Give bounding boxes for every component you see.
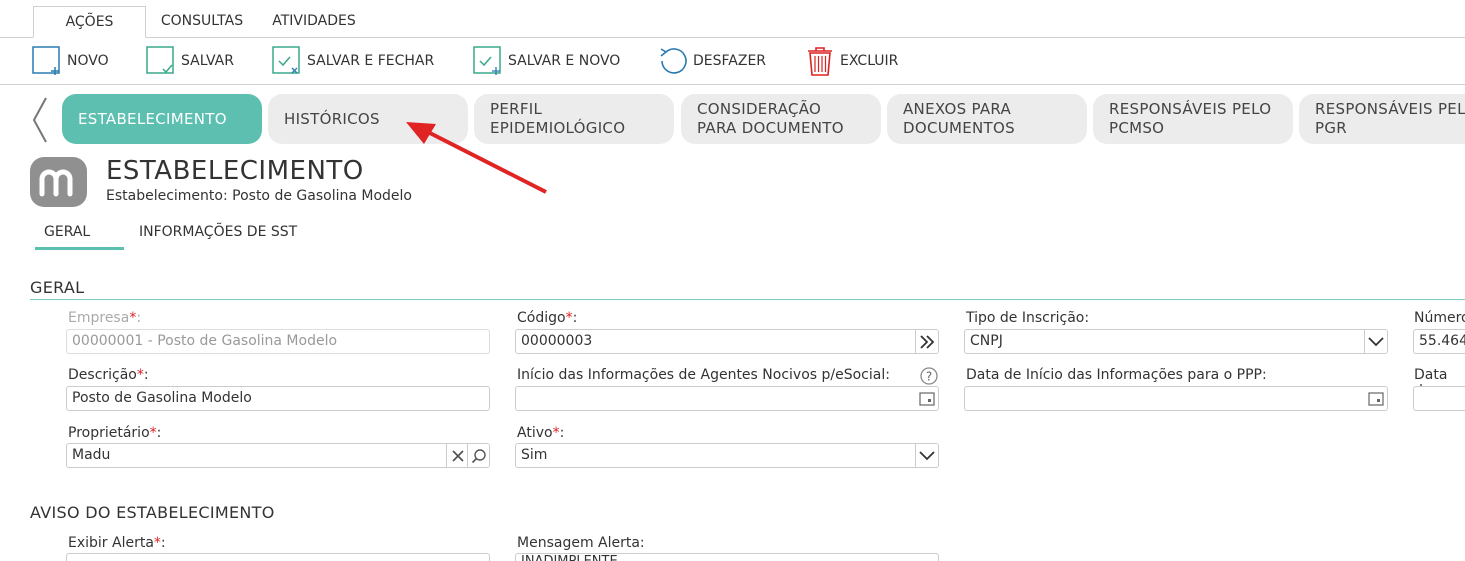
svg-text:?: ?	[926, 370, 932, 384]
tab-estabelecimento[interactable]: ESTABELECIMENTO	[62, 94, 262, 144]
tab-label-line1: PERFIL	[490, 100, 543, 118]
proprietario-value: Madu	[72, 447, 111, 463]
tab-responsaveis-pcmso[interactable]: RESPONSÁVEIS PELO PCMSO	[1093, 94, 1293, 144]
proprietario-label: Proprietário*:	[68, 425, 162, 441]
annotation-arrow-icon	[406, 122, 547, 194]
proprietario-clear-button[interactable]	[446, 444, 468, 467]
excluir-label: EXCLUIR	[840, 53, 899, 69]
section-title-aviso: AVISO DO ESTABELECIMENTO	[30, 503, 275, 522]
section-divider	[30, 299, 1465, 300]
proprietario-search-button[interactable]	[467, 444, 489, 467]
numero-field[interactable]: 55.464.	[1413, 329, 1465, 354]
salvar-novo-label: SALVAR E NOVO	[508, 53, 621, 69]
mensagem-alerta-field[interactable]: INADIMPLENTE	[515, 553, 939, 561]
subtab-informacoes-sst[interactable]: INFORMAÇÕES DE SST	[139, 224, 297, 240]
tipo-inscricao-label: Tipo de Inscrição:	[966, 310, 1090, 326]
back-chevron-icon[interactable]	[30, 96, 50, 144]
tab-consideracao-documento[interactable]: CONSIDERAÇÃO PARA DOCUMENTO	[681, 94, 881, 144]
double-chevron-right-icon	[920, 334, 935, 349]
menu-tab-atividades[interactable]: ATIVIDADES	[262, 6, 366, 36]
proprietario-field[interactable]: Madu	[66, 443, 490, 468]
menu-tab-consultas[interactable]: CONSULTAS	[152, 6, 252, 36]
tab-label-line1: CONSIDERAÇÃO	[697, 100, 822, 118]
empresa-field: 00000001 - Posto de Gasolina Modelo	[66, 329, 490, 354]
desfazer-button[interactable]: DESFAZER	[657, 46, 766, 76]
descricao-label: Descrição*:	[68, 367, 149, 383]
chevron-down-icon	[919, 450, 935, 460]
tipo-inscricao-value: CNPJ	[970, 333, 1003, 349]
subtab-active-indicator	[35, 247, 124, 250]
app-logo	[30, 157, 87, 207]
inicio-agentes-date[interactable]	[515, 386, 939, 411]
inicio-ppp-calendar[interactable]	[1365, 387, 1387, 410]
calendar-icon	[1368, 391, 1384, 406]
ativo-value: Sim	[521, 447, 548, 463]
salvar-button[interactable]: SALVAR	[145, 46, 234, 76]
tab-label-line2: PGR	[1315, 119, 1347, 137]
tab-label-line2: DOCUMENTOS	[903, 119, 1015, 137]
menu-tab-acoes[interactable]: AÇÕES	[33, 6, 146, 38]
excluir-button[interactable]: EXCLUIR	[804, 46, 898, 76]
tab-label-line2: PCMSO	[1109, 119, 1165, 137]
help-icon[interactable]: ?	[920, 367, 938, 385]
ativo-dropdown[interactable]	[915, 444, 938, 467]
ativo-select[interactable]: Sim	[515, 443, 939, 468]
exibir-alerta-label: Exibir Alerta*:	[68, 535, 166, 551]
empresa-label: Empresa*:	[68, 310, 142, 326]
chevron-down-icon	[1368, 336, 1384, 346]
codigo-value: 00000003	[521, 333, 593, 349]
tab-label: ESTABELECIMENTO	[78, 109, 227, 128]
save-new-icon	[473, 46, 501, 75]
descricao-field[interactable]: Posto de Gasolina Modelo	[66, 386, 490, 411]
salvar-novo-button[interactable]: SALVAR E NOVO	[472, 46, 620, 76]
codigo-field[interactable]: 00000003	[515, 329, 939, 354]
page-title: ESTABELECIMENTO	[106, 156, 364, 186]
logo-m-icon	[39, 169, 73, 197]
data-de-field[interactable]	[1413, 386, 1465, 411]
codigo-next-button[interactable]	[915, 330, 938, 353]
inicio-agentes-label: Início das Informações de Agentes Nocivo…	[517, 367, 890, 383]
tab-label-line1: ANEXOS PARA	[903, 100, 1012, 118]
tab-responsaveis-pgr[interactable]: RESPONSÁVEIS PEL PGR	[1299, 94, 1465, 144]
calendar-icon	[919, 391, 935, 406]
salvar-label: SALVAR	[181, 53, 234, 69]
inicio-ppp-label: Data de Início das Informações para o PP…	[966, 367, 1267, 383]
salvar-fechar-label: SALVAR E FECHAR	[307, 53, 435, 69]
tab-anexos-documentos[interactable]: ANEXOS PARA DOCUMENTOS	[887, 94, 1087, 144]
exibir-alerta-select[interactable]	[66, 553, 490, 561]
numero-label: Número	[1414, 310, 1465, 326]
top-menu-bar: AÇÕES CONSULTAS ATIVIDADES	[0, 0, 1465, 38]
save-close-icon	[272, 46, 300, 74]
tab-label-line2: PARA DOCUMENTO	[697, 119, 844, 137]
novo-button[interactable]: NOVO	[31, 46, 109, 76]
close-icon	[451, 449, 464, 462]
new-icon	[32, 46, 60, 75]
subtab-geral[interactable]: GERAL	[44, 224, 90, 240]
tab-label: HISTÓRICOS	[284, 109, 380, 128]
trash-icon	[808, 47, 832, 76]
tipo-inscricao-dropdown[interactable]	[1364, 330, 1387, 353]
desfazer-label: DESFAZER	[693, 53, 767, 69]
salvar-fechar-button[interactable]: SALVAR E FECHAR	[271, 46, 434, 76]
codigo-label: Código*:	[517, 310, 578, 326]
novo-label: NOVO	[67, 53, 109, 69]
tab-label-line1: RESPONSÁVEIS PELO	[1109, 100, 1272, 118]
save-icon	[146, 46, 174, 74]
undo-icon	[660, 48, 687, 74]
mensagem-alerta-label: Mensagem Alerta:	[517, 535, 645, 551]
toolbar: NOVO SALVAR SALVAR E FECHAR SALVAR E NOV…	[0, 38, 1465, 85]
section-title-geral: GERAL	[30, 278, 85, 297]
search-icon	[471, 448, 486, 463]
inicio-ppp-date[interactable]	[964, 386, 1388, 411]
tipo-inscricao-select[interactable]: CNPJ	[964, 329, 1388, 354]
ativo-label: Ativo*:	[517, 425, 565, 441]
tab-label-line1: RESPONSÁVEIS PEL	[1315, 100, 1465, 118]
inicio-agentes-calendar[interactable]	[916, 387, 938, 410]
page-subtitle: Estabelecimento: Posto de Gasolina Model…	[106, 188, 412, 204]
